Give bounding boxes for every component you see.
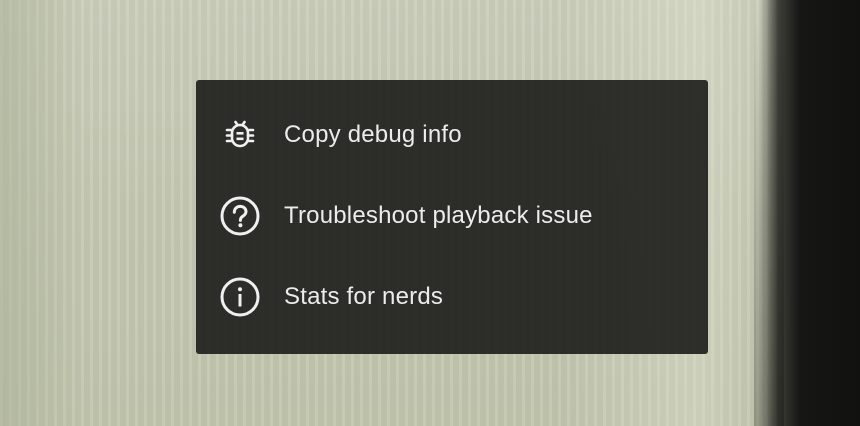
help-circle-icon: [218, 194, 262, 238]
menu-item-stats-for-nerds[interactable]: Stats for nerds: [196, 256, 708, 337]
menu-item-label: Stats for nerds: [284, 282, 444, 310]
player-context-menu: Copy debug info Troubleshoot playback is…: [196, 80, 708, 354]
menu-item-label: Copy debug info: [284, 120, 462, 148]
bug-icon: [218, 113, 262, 157]
menu-item-label: Troubleshoot playback issue: [284, 201, 593, 229]
menu-item-copy-debug-info[interactable]: Copy debug info: [196, 94, 708, 175]
menu-item-troubleshoot-playback[interactable]: Troubleshoot playback issue: [196, 175, 708, 256]
info-circle-icon: [218, 275, 262, 319]
video-frame-dark-edge: [754, 0, 860, 426]
